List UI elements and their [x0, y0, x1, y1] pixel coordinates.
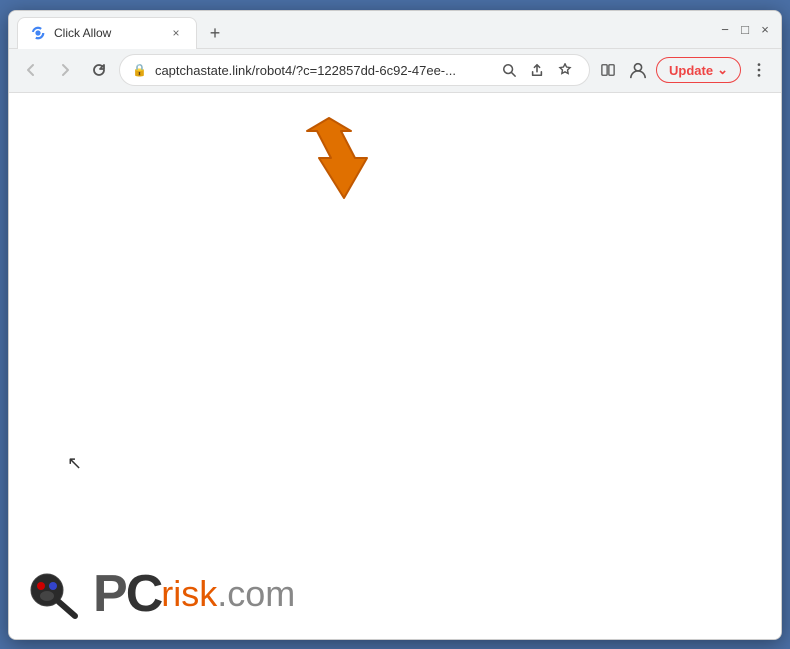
maximize-button[interactable]: □: [737, 21, 753, 37]
address-bar[interactable]: 🔒 captchastate.link/robot4/?c=122857dd-6…: [119, 54, 590, 86]
reader-view-button[interactable]: [596, 58, 620, 82]
update-label: Update: [669, 63, 713, 78]
pc-text: PC: [93, 568, 161, 620]
tab-close-button[interactable]: ×: [168, 25, 184, 41]
domain-text: .com: [217, 573, 295, 615]
search-icon: [502, 63, 516, 77]
reader-icon: [601, 63, 615, 77]
address-icons: [497, 58, 577, 82]
content-area: ↖ PC risk .com: [9, 93, 781, 639]
back-icon: [23, 62, 39, 78]
back-button[interactable]: [17, 56, 45, 84]
more-menu-icon: [750, 61, 768, 79]
window-controls: − □ ×: [717, 21, 773, 37]
toolbar-right: Update ⌄: [596, 56, 773, 84]
cursor-indicator: ↖: [67, 453, 82, 474]
update-chevron-icon: ⌄: [717, 62, 728, 78]
risk-text: risk: [161, 573, 217, 615]
search-icon-button[interactable]: [497, 58, 521, 82]
bookmark-icon-button[interactable]: [553, 58, 577, 82]
loading-icon: [31, 26, 45, 40]
title-bar: Click Allow × + − □ ×: [9, 11, 781, 49]
close-button[interactable]: ×: [757, 21, 773, 37]
pcrisk-text-logo: PC risk .com: [93, 568, 295, 620]
forward-icon: [57, 62, 73, 78]
minimize-button[interactable]: −: [717, 21, 733, 37]
lock-icon: 🔒: [132, 63, 147, 77]
pcrisk-logo-icon: [25, 566, 81, 622]
tab-favicon: [30, 25, 46, 41]
share-icon-button[interactable]: [525, 58, 549, 82]
watermark: PC risk .com: [9, 549, 781, 639]
reload-icon: [91, 62, 107, 78]
orange-arrow-icon: [289, 113, 389, 213]
share-icon: [530, 63, 544, 77]
tab-title: Click Allow: [54, 26, 160, 40]
star-icon: [558, 63, 572, 77]
profile-button[interactable]: [624, 56, 652, 84]
p-letter: P: [93, 565, 126, 623]
profile-icon: [629, 61, 647, 79]
toolbar: 🔒 captchastate.link/robot4/?c=122857dd-6…: [9, 49, 781, 93]
url-display: captchastate.link/robot4/?c=122857dd-6c9…: [155, 63, 489, 78]
c-letter: C: [126, 565, 162, 623]
forward-button[interactable]: [51, 56, 79, 84]
menu-button[interactable]: [745, 56, 773, 84]
update-button[interactable]: Update ⌄: [656, 57, 741, 83]
active-tab[interactable]: Click Allow ×: [17, 17, 197, 49]
tab-area: Click Allow × +: [17, 11, 705, 48]
reload-button[interactable]: [85, 56, 113, 84]
new-tab-button[interactable]: +: [201, 20, 229, 48]
browser-window: Click Allow × + − □ × 🔒: [8, 10, 782, 640]
